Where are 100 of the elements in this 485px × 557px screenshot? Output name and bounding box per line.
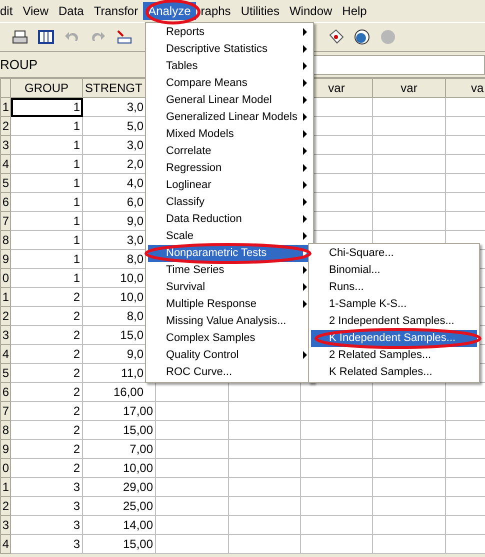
table-cell: 11,0 xyxy=(121,366,144,380)
row-number: 2 xyxy=(0,496,10,516)
menu-item[interactable]: 2 Related Samples... xyxy=(311,347,477,364)
table-cell: 3,0 xyxy=(126,232,144,246)
table-cell: 15,0 xyxy=(120,328,144,342)
menu-item[interactable]: Complex Samples xyxy=(148,330,311,347)
table-cell: 2 xyxy=(10,420,82,440)
row-number: 8 xyxy=(0,420,10,440)
tag-icon[interactable] xyxy=(328,29,344,45)
menu-item[interactable]: Regression xyxy=(148,160,311,177)
table-cell: 1 xyxy=(10,136,82,154)
menu-item[interactable]: Binomial... xyxy=(311,262,477,279)
row-number: 2 xyxy=(0,306,10,326)
variable-name: ROUP xyxy=(0,56,39,72)
menu-item[interactable]: 2 Independent Samples... xyxy=(311,313,477,330)
table-cell: 10,00 xyxy=(122,460,153,474)
menu-item[interactable]: K Related Samples... xyxy=(311,364,477,381)
table-cell: 1 xyxy=(10,250,82,268)
table-cell: 29,00 xyxy=(122,480,153,494)
row-number: 7 xyxy=(0,402,10,420)
menu-item[interactable]: Reports xyxy=(148,24,311,41)
row-number: 1 xyxy=(0,478,10,496)
table-cell: 7,00 xyxy=(130,442,153,456)
table-cell: 3 xyxy=(10,516,82,534)
grid-icon[interactable] xyxy=(38,29,54,45)
row-number: 3 xyxy=(0,136,10,154)
menu-item[interactable]: Loglinear xyxy=(148,177,311,194)
menu-item[interactable]: ROC Curve... xyxy=(148,364,311,381)
table-cell: 3 xyxy=(10,534,82,554)
print-icon[interactable] xyxy=(12,29,28,45)
menu-item[interactable]: View xyxy=(18,2,54,20)
menu-item[interactable]: Tables xyxy=(148,58,311,75)
row-number: 9 xyxy=(0,250,10,268)
table-cell: 1 xyxy=(10,192,82,212)
table-cell: 1 xyxy=(10,212,82,230)
row-number: 0 xyxy=(0,268,10,288)
table-cell: 17,00 xyxy=(122,404,153,418)
table-cell: 4,0 xyxy=(126,176,144,190)
row-number: 3 xyxy=(0,516,10,534)
menu-item[interactable]: Transfor xyxy=(88,2,144,20)
table-cell: 10,0 xyxy=(120,290,144,304)
table-cell: 2 xyxy=(10,364,82,382)
table-cell: 8,0 xyxy=(126,252,144,266)
row-number: 4 xyxy=(0,344,10,364)
row-number: 8 xyxy=(0,230,10,250)
table-cell: 1 xyxy=(10,98,82,116)
row-number: 1 xyxy=(0,98,10,116)
menu-item[interactable]: dit xyxy=(0,2,18,20)
table-cell: 1 xyxy=(10,116,82,136)
table-cell: 10,0 xyxy=(120,270,144,284)
column-header: var xyxy=(372,78,446,98)
menu-item[interactable]: Utilities xyxy=(236,2,284,20)
table-cell: 25,00 xyxy=(122,498,153,512)
column-header: GROUP xyxy=(10,78,82,98)
menu-item[interactable]: Classify xyxy=(148,194,311,211)
menu-item[interactable]: Window xyxy=(284,2,338,20)
table-cell: 2 xyxy=(10,306,82,326)
globe-icon[interactable] xyxy=(354,29,370,45)
row-number: 2 xyxy=(0,116,10,136)
table-cell: 15,00 xyxy=(122,422,153,436)
row-number: 4 xyxy=(0,154,10,174)
table-cell: 9,0 xyxy=(126,346,144,360)
row-number: 1 xyxy=(0,288,10,306)
table-cell: 6,0 xyxy=(126,194,144,208)
table-cell: 2 xyxy=(10,382,82,402)
table-cell: 3 xyxy=(10,496,82,516)
menu-item[interactable]: raphs xyxy=(196,2,236,20)
menu-item[interactable]: Data xyxy=(53,2,89,20)
goto-icon[interactable] xyxy=(116,29,132,45)
table-cell: 1 xyxy=(10,268,82,288)
row-number: 5 xyxy=(0,174,10,192)
table-cell: 8,0 xyxy=(126,308,144,322)
row-number: 3 xyxy=(0,326,10,344)
menu-item[interactable]: Correlate xyxy=(148,143,311,160)
table-cell: 2,0 xyxy=(126,156,144,170)
row-number: 7 xyxy=(0,212,10,230)
table-cell: 2 xyxy=(10,326,82,344)
table-cell: 1 xyxy=(10,230,82,250)
table-cell: 5,0 xyxy=(126,118,144,132)
table-cell: 2 xyxy=(10,402,82,420)
table-cell: 3 xyxy=(10,478,82,496)
row-number: 6 xyxy=(0,192,10,212)
row-number: 5 xyxy=(0,364,10,382)
table-cell: 16,00 xyxy=(113,384,144,398)
menu-item[interactable]: Generalized Linear Models xyxy=(148,109,311,126)
row-number: 6 xyxy=(0,382,10,402)
table-cell: 2 xyxy=(10,288,82,306)
row-number: 9 xyxy=(0,440,10,458)
row-number: 0 xyxy=(0,458,10,478)
table-cell: 15,00 xyxy=(122,536,153,550)
menu-item[interactable]: Missing Value Analysis... xyxy=(148,313,311,330)
menu-item[interactable]: 1-Sample K-S... xyxy=(311,296,477,313)
menu-item[interactable]: Help xyxy=(337,2,372,20)
menu-item[interactable]: Runs... xyxy=(311,279,477,296)
menu-item[interactable]: Data Reduction xyxy=(148,211,311,228)
menu-item[interactable]: Chi-Square... xyxy=(311,245,477,262)
row-number: 4 xyxy=(0,534,10,554)
menu-item[interactable]: Descriptive Statistics xyxy=(148,41,311,58)
table-cell: 3,0 xyxy=(126,100,144,114)
menu-item[interactable]: Mixed Models xyxy=(148,126,311,143)
